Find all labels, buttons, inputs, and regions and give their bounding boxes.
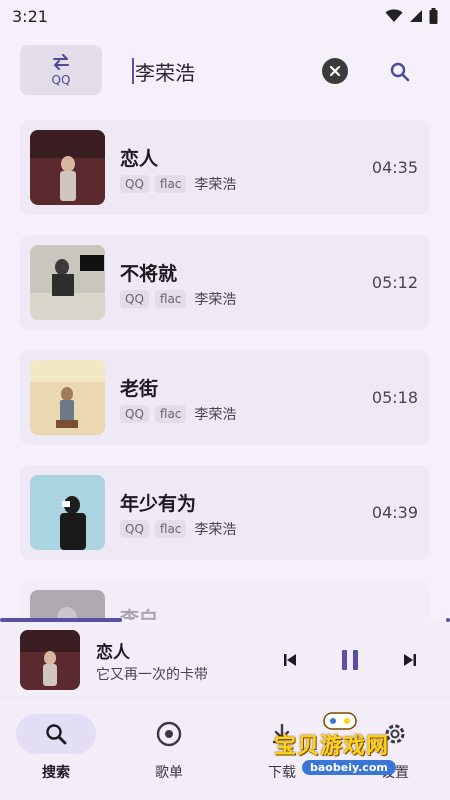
skip-previous-icon (284, 654, 296, 666)
song-title: 年少有为 (120, 493, 197, 515)
song-artist: 李荣浩 (194, 177, 237, 193)
song-artist: 李荣浩 (194, 522, 237, 538)
song-card[interactable]: 年少有为 QQ flac 李荣浩 04:39 (20, 465, 430, 560)
song-artist: 李荣浩 (194, 407, 237, 423)
search-input[interactable]: 李荣浩 (132, 56, 302, 86)
battery-icon (429, 8, 438, 24)
album-cover (30, 475, 105, 550)
search-query: 李荣浩 (135, 60, 195, 85)
album-cover (30, 130, 105, 205)
song-meta: QQ flac 李荣浩 (120, 174, 236, 194)
source-label: QQ (51, 72, 71, 87)
song-title: 不将就 (120, 263, 178, 285)
bottom-navigation: 搜索 歌单 下载 设置 (0, 704, 450, 800)
signal-icon (410, 10, 422, 22)
now-playing-album: 它又再一次的卡带 (96, 667, 208, 683)
nav-search[interactable]: 搜索 (16, 714, 96, 784)
skip-next-icon (404, 654, 416, 666)
pause-icon (342, 650, 358, 670)
nav-settings[interactable]: 设置 (355, 714, 435, 784)
song-card[interactable]: 恋人 QQ flac 李荣浩 04:35 (20, 120, 430, 215)
source-tag: QQ (120, 405, 149, 423)
clear-button[interactable] (322, 58, 348, 84)
source-tag: QQ (120, 175, 149, 193)
swap-icon (53, 53, 69, 70)
source-tag: flac (154, 520, 187, 538)
song-card[interactable]: 老街 QQ flac 李荣浩 05:18 (20, 350, 430, 445)
song-meta: QQ flac 李荣浩 (120, 519, 236, 539)
wifi-icon (385, 9, 403, 22)
nav-download-pill (242, 714, 322, 754)
source-tag: flac (154, 175, 187, 193)
previous-button[interactable] (276, 646, 304, 674)
song-card[interactable]: 不将就 QQ flac 李荣浩 05:12 (20, 235, 430, 330)
song-meta: QQ flac 李荣浩 (120, 404, 236, 424)
pause-button[interactable] (336, 646, 364, 674)
mini-player[interactable]: 恋人 它又再一次的卡带 (0, 622, 450, 702)
song-duration: 04:39 (371, 503, 418, 522)
album-cover (30, 360, 105, 435)
song-duration: 04:35 (371, 158, 418, 177)
nav-download[interactable]: 下载 (242, 714, 322, 784)
settings-icon (385, 724, 405, 744)
nav-playlist[interactable]: 歌单 (129, 714, 209, 784)
status-icons (385, 8, 438, 24)
search-button[interactable] (386, 58, 414, 86)
search-bar: QQ 李荣浩 (0, 36, 450, 106)
nav-settings-label: 设置 (381, 765, 409, 781)
next-button[interactable] (396, 646, 424, 674)
album-cover (30, 590, 105, 620)
source-tag: flac (154, 290, 187, 308)
nav-search-pill (16, 714, 96, 754)
nav-search-label: 搜索 (42, 765, 70, 781)
source-tag: QQ (120, 290, 149, 308)
source-toggle-button[interactable]: QQ (20, 45, 102, 95)
nav-download-label: 下载 (268, 765, 296, 781)
text-cursor (132, 58, 134, 84)
nav-settings-pill (355, 714, 435, 754)
song-duration: 05:12 (371, 273, 418, 292)
now-playing-cover (20, 630, 80, 690)
nav-playlist-pill (129, 714, 209, 754)
download-icon (272, 723, 292, 744)
album-cover (30, 245, 105, 320)
search-icon (46, 724, 67, 745)
playlist-icon (156, 721, 182, 747)
song-meta: QQ flac 李荣浩 (120, 289, 236, 309)
song-artist: 李荣浩 (194, 292, 237, 308)
song-list[interactable]: 恋人 QQ flac 李荣浩 04:35 不将就 QQ flac 李荣浩 05:12 老街 QQ fla… (0, 120, 450, 620)
song-card[interactable]: 李白QQflac李荣浩04:33 (20, 580, 430, 620)
status-time: 3:21 (12, 6, 48, 26)
song-title: 恋人 (120, 148, 159, 170)
song-duration: 05:18 (371, 388, 418, 407)
search-icon (390, 62, 410, 82)
nav-playlist-label: 歌单 (155, 765, 183, 781)
now-playing-title: 恋人 (96, 643, 130, 663)
song-title: 老街 (120, 378, 159, 400)
close-icon (329, 65, 341, 77)
source-tag: QQ (120, 520, 149, 538)
source-tag: flac (154, 405, 187, 423)
status-bar: 3:21 (0, 0, 450, 32)
